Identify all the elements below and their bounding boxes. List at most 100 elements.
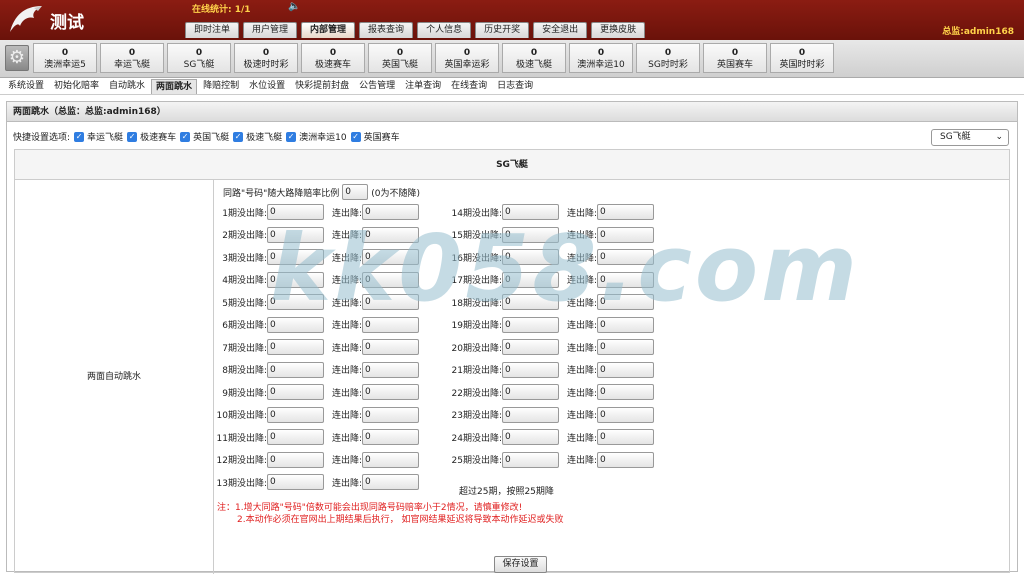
consec-input[interactable]: 0 (597, 451, 654, 468)
subnav-item[interactable]: 初始化赔率 (50, 79, 103, 94)
nav-item[interactable]: 即时注单 (185, 22, 240, 38)
miss-input[interactable]: 0 (502, 271, 559, 288)
consec-input[interactable]: 0 (597, 294, 654, 310)
quick-option[interactable]: ✓ 幸运飞艇 (74, 130, 123, 143)
game-tab[interactable]: 0 SG飞艇 (167, 43, 231, 73)
game-select[interactable]: SG飞艇 ⌄ (931, 129, 1009, 146)
checkbox-checked-icon[interactable]: ✓ (233, 131, 244, 142)
save-button[interactable]: 保存设置 (494, 556, 547, 573)
subnav-item[interactable]: 公告管理 (355, 79, 399, 94)
subnav-item[interactable]: 日志查询 (493, 79, 537, 94)
consec-input[interactable]: 0 (362, 429, 419, 445)
miss-input[interactable]: 0 (267, 249, 324, 265)
game-tab[interactable]: 0 英国时时彩 (770, 43, 834, 73)
consec-input[interactable]: 0 (597, 361, 654, 378)
consec-input[interactable]: 0 (362, 204, 419, 220)
game-tab[interactable]: 0 英国幸运彩 (435, 43, 499, 73)
nav-item[interactable]: 个人信息 (417, 22, 472, 38)
miss-input[interactable]: 0 (267, 271, 324, 288)
quick-option[interactable]: ✓ 澳洲幸运10 (286, 130, 347, 143)
miss-input[interactable]: 0 (267, 226, 324, 243)
subnav-item[interactable]: 系统设置 (4, 79, 48, 94)
jump-row: 12期没出降: 0 连出降: 0 (215, 451, 419, 468)
subnav-item[interactable]: 在线查询 (447, 79, 491, 94)
miss-input[interactable]: 0 (502, 406, 559, 423)
consec-input[interactable]: 0 (362, 406, 419, 423)
miss-input[interactable]: 0 (267, 316, 324, 333)
miss-input[interactable]: 0 (267, 339, 324, 355)
miss-input[interactable]: 0 (267, 429, 324, 445)
consec-input[interactable]: 0 (362, 361, 419, 378)
nav-item[interactable]: 更换皮肤 (591, 22, 646, 38)
checkbox-checked-icon[interactable]: ✓ (74, 131, 85, 142)
consec-input[interactable]: 0 (362, 339, 419, 355)
miss-input[interactable]: 0 (502, 361, 559, 378)
game-tab[interactable]: 0 极速飞艇 (502, 43, 566, 73)
game-tab[interactable]: 0 英国飞艇 (368, 43, 432, 73)
quick-option[interactable]: ✓ 英国飞艇 (180, 130, 229, 143)
gear-icon[interactable]: ⚙ (5, 45, 29, 71)
consec-input[interactable]: 0 (362, 271, 419, 288)
consec-input[interactable]: 0 (597, 226, 654, 243)
miss-input[interactable]: 0 (502, 429, 559, 445)
checkbox-checked-icon[interactable]: ✓ (286, 131, 297, 142)
game-tab[interactable]: 0 澳洲幸运10 (569, 43, 633, 73)
quick-option[interactable]: ✓ 极速飞艇 (233, 130, 282, 143)
consec-input[interactable]: 0 (362, 294, 419, 310)
miss-input[interactable]: 0 (267, 406, 324, 423)
consec-input[interactable]: 0 (362, 451, 419, 468)
consec-input[interactable]: 0 (362, 474, 419, 490)
checkbox-checked-icon[interactable]: ✓ (127, 131, 138, 142)
quick-option[interactable]: ✓ 极速赛车 (127, 130, 176, 143)
consec-input[interactable]: 0 (597, 204, 654, 220)
game-tab[interactable]: 0 英国赛车 (703, 43, 767, 73)
miss-input[interactable]: 0 (502, 249, 559, 265)
consec-input[interactable]: 0 (597, 339, 654, 355)
miss-input[interactable]: 0 (267, 204, 324, 220)
miss-input[interactable]: 0 (502, 451, 559, 468)
subnav-item[interactable]: 注单查询 (401, 79, 445, 94)
miss-input[interactable]: 0 (502, 204, 559, 220)
consec-input[interactable]: 0 (597, 429, 654, 445)
consec-input[interactable]: 0 (597, 316, 654, 333)
miss-input[interactable]: 0 (502, 316, 559, 333)
nav-item[interactable]: 报表查询 (359, 22, 414, 38)
subnav-item[interactable]: 自动跳水 (105, 79, 149, 94)
nav-item[interactable]: 内部管理 (301, 22, 356, 38)
checkbox-checked-icon[interactable]: ✓ (180, 131, 191, 142)
consec-input[interactable]: 0 (597, 271, 654, 288)
subnav-item[interactable]: 水位设置 (245, 79, 289, 94)
game-tab[interactable]: 0 极速赛车 (301, 43, 365, 73)
quick-option-label: 极速赛车 (140, 133, 177, 143)
speaker-icon[interactable]: 🔈 (288, 1, 300, 12)
consec-input[interactable]: 0 (362, 384, 419, 400)
miss-input[interactable]: 0 (502, 384, 559, 400)
miss-input[interactable]: 0 (502, 339, 559, 355)
consec-input[interactable]: 0 (362, 316, 419, 333)
game-tab[interactable]: 0 澳洲幸运5 (33, 43, 97, 73)
miss-input[interactable]: 0 (267, 451, 324, 468)
miss-input[interactable]: 0 (502, 226, 559, 243)
nav-item[interactable]: 用户管理 (243, 22, 298, 38)
miss-input[interactable]: 0 (502, 294, 559, 310)
consec-input[interactable]: 0 (362, 226, 419, 243)
game-tab[interactable]: 0 SG时时彩 (636, 43, 700, 73)
miss-input[interactable]: 0 (267, 361, 324, 378)
subnav-item[interactable]: 降赔控制 (199, 79, 243, 94)
miss-input[interactable]: 0 (267, 384, 324, 400)
game-tab[interactable]: 0 极速时时彩 (234, 43, 298, 73)
miss-input[interactable]: 0 (267, 294, 324, 310)
nav-item[interactable]: 历史开奖 (475, 22, 530, 38)
subnav-item[interactable]: 两面跳水 (151, 79, 198, 94)
nav-item[interactable]: 安全退出 (533, 22, 588, 38)
subnav-item[interactable]: 快彩提前封盘 (291, 79, 353, 94)
consec-input[interactable]: 0 (362, 249, 419, 265)
ratio-input[interactable]: 0 (342, 184, 369, 200)
checkbox-checked-icon[interactable]: ✓ (350, 131, 361, 142)
game-tab[interactable]: 0 幸运飞艇 (100, 43, 164, 73)
consec-input[interactable]: 0 (597, 406, 654, 423)
consec-input[interactable]: 0 (597, 249, 654, 265)
quick-option[interactable]: ✓ 英国赛车 (350, 130, 400, 143)
miss-input[interactable]: 0 (267, 474, 324, 490)
consec-input[interactable]: 0 (597, 384, 654, 400)
